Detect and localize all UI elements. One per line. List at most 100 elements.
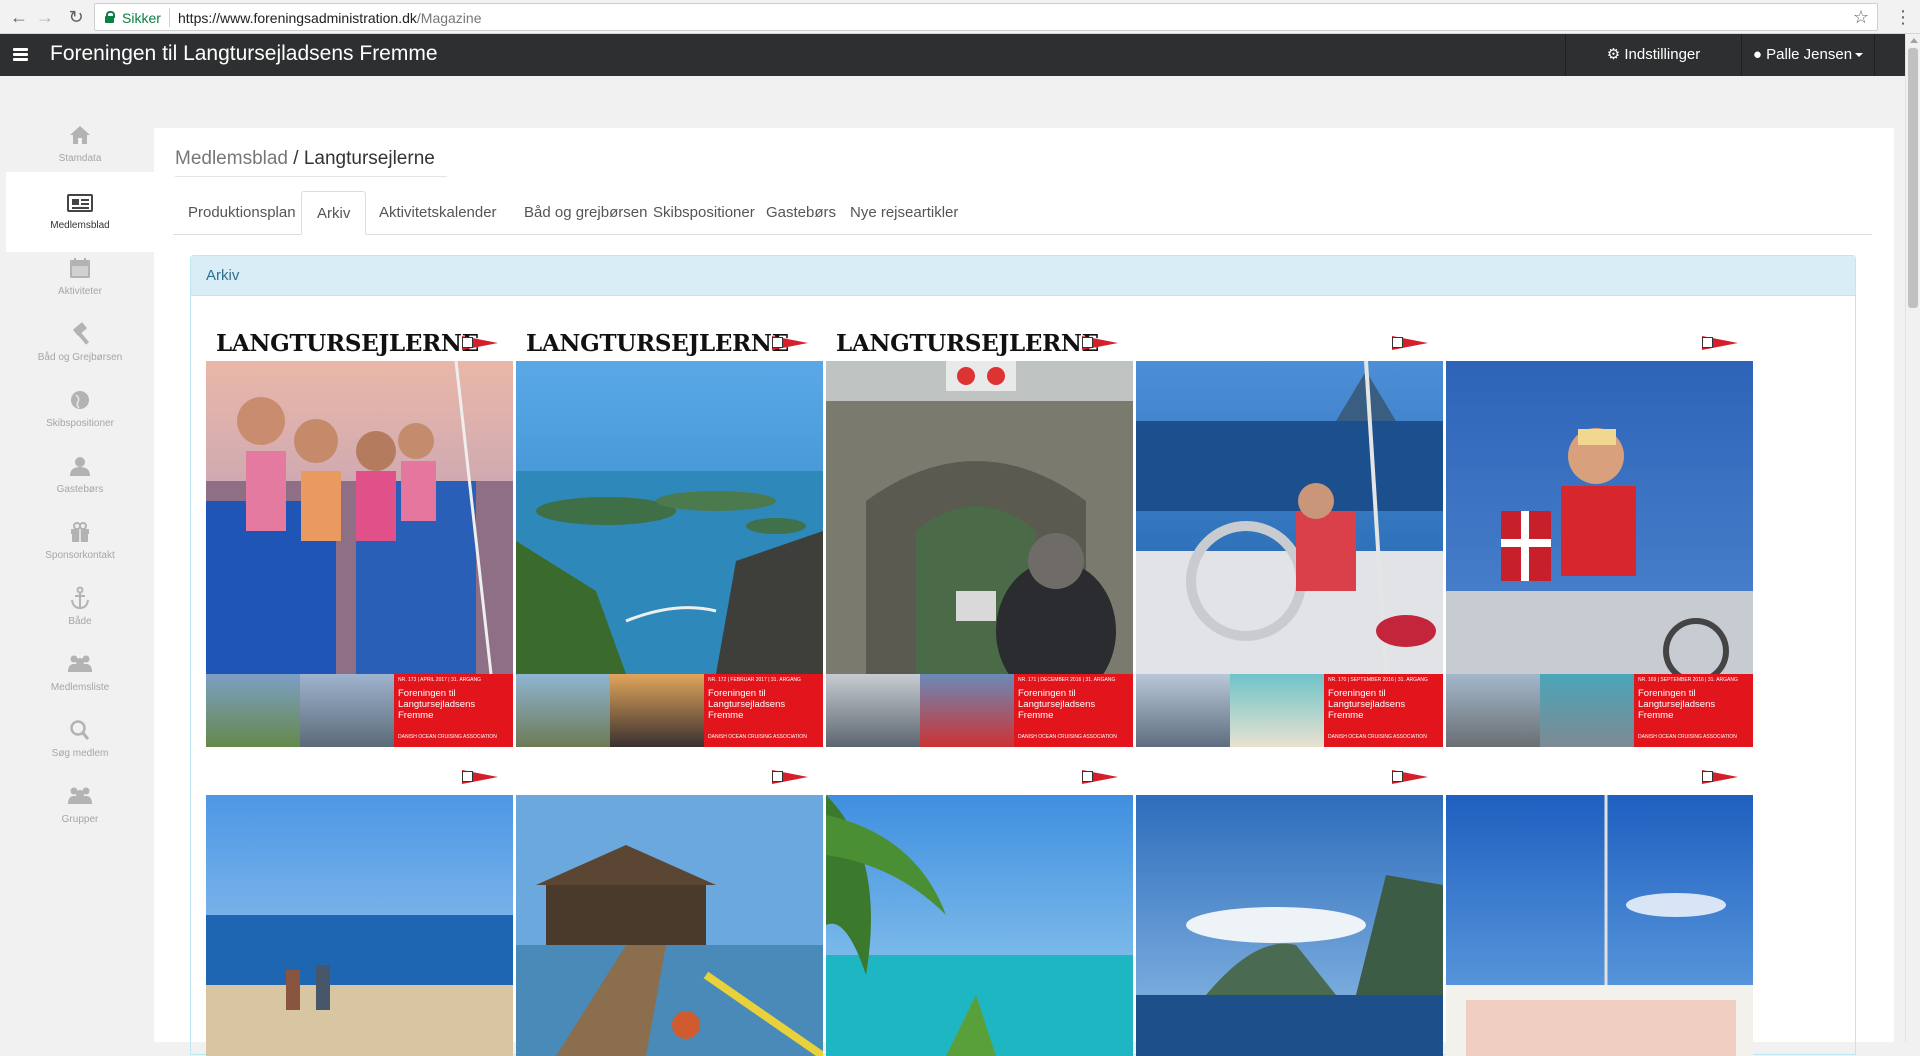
settings-button[interactable]: ⚙ Indstillinger bbox=[1566, 34, 1741, 76]
cover-association-text: Foreningen til Langtursejladsens Fremme bbox=[398, 688, 476, 721]
magazine-cover[interactable]: LANGTURSEJLERNE NR. 169 | SEPTEMBER 2016… bbox=[1446, 313, 1753, 747]
cover-issue-text: NR. 172 | FEBRUAR 2017 | 31. ÅRGANG bbox=[708, 677, 801, 683]
sidebar-item-label: Medlemsliste bbox=[50, 682, 110, 693]
flag-emblem-icon bbox=[1082, 771, 1093, 782]
reload-icon[interactable]: ↻ bbox=[64, 5, 88, 29]
sidebar-item-label: Sponsorkontakt bbox=[45, 550, 115, 561]
magazine-cover[interactable]: LANGTURSEJLERNE NR. 172 | FEBRUAR 2017 |… bbox=[516, 313, 823, 747]
url-host: https://www.foreningsadministration.dk bbox=[178, 10, 417, 26]
magazine-cover[interactable]: LANGTURSEJLERNE bbox=[826, 747, 1133, 1056]
tab-skibspositioner[interactable]: Skibspositioner bbox=[638, 191, 770, 234]
magazine-cover[interactable]: LANGTURSEJLERNE NR. 170 | SEPTEMBER 2016… bbox=[1136, 313, 1443, 747]
app-title[interactable]: Foreningen til Langtursejladsens Fremme bbox=[50, 42, 438, 66]
cover-masthead-text: LANGTURSEJLERNE bbox=[1146, 330, 1409, 357]
gavel-icon bbox=[73, 322, 90, 345]
globe-icon bbox=[71, 391, 89, 409]
gear-icon: ⚙ bbox=[1606, 46, 1621, 63]
page-scrollbar[interactable] bbox=[1905, 34, 1920, 1042]
caret-down-icon bbox=[1855, 53, 1864, 58]
cover-masthead: LANGTURSEJLERNE bbox=[826, 747, 1133, 795]
back-arrow-icon[interactable]: ← bbox=[7, 5, 31, 29]
cover-issue-text: NR. 173 | APRIL 2017 | 31. ÅRGANG bbox=[398, 677, 482, 683]
secure-label: Sikker bbox=[122, 10, 161, 26]
hamburger-menu-icon[interactable] bbox=[13, 48, 28, 62]
breadcrumb: Medlemsblad / Langtursejlerne bbox=[175, 148, 435, 170]
cover-thumb bbox=[1230, 674, 1324, 747]
breadcrumb-separator: / bbox=[288, 148, 304, 169]
url-text[interactable]: https://www.foreningsadministration.dk/M… bbox=[178, 10, 481, 26]
users-icon bbox=[68, 655, 92, 672]
sidebar-item-grupper[interactable]: Grupper bbox=[6, 766, 154, 846]
magazine-cover[interactable]: LANGTURSEJLERNE bbox=[516, 747, 823, 1056]
browser-menu-icon[interactable]: ⋮ bbox=[1894, 6, 1912, 28]
cover-issue-box: NR. 172 | FEBRUAR 2017 | 31. ÅRGANG Fore… bbox=[704, 674, 823, 747]
address-bar[interactable]: Sikker https://www.foreningsadministrati… bbox=[94, 3, 1878, 31]
flag-emblem-icon bbox=[1082, 337, 1093, 348]
panel-title: Arkiv bbox=[191, 256, 1855, 296]
scrollbar-thumb[interactable] bbox=[1908, 48, 1918, 308]
browser-toolbar: ← → ↻ Sikker https://www.foreningsadmini… bbox=[0, 0, 1920, 34]
cover-masthead: LANGTURSEJLERNE bbox=[516, 313, 823, 361]
cover-footer: NR. 169 | SEPTEMBER 2016 | 31. ÅRGANG Fo… bbox=[1446, 674, 1753, 747]
cover-footer: NR. 172 | FEBRUAR 2017 | 31. ÅRGANG Fore… bbox=[516, 674, 823, 747]
cover-masthead-text: LANGTURSEJLERNE bbox=[1456, 330, 1719, 357]
breadcrumb-parent[interactable]: Medlemsblad bbox=[175, 148, 288, 169]
tab-produktionsplan[interactable]: Produktionsplan bbox=[173, 191, 311, 234]
cover-issue-text: NR. 170 | SEPTEMBER 2016 | 31. ÅRGANG bbox=[1328, 677, 1428, 683]
cover-photo bbox=[206, 361, 513, 674]
user-name: Palle Jensen bbox=[1766, 46, 1853, 63]
cover-issue-box: NR. 170 | SEPTEMBER 2016 | 31. ÅRGANG Fo… bbox=[1324, 674, 1443, 747]
cover-english-text: DANISH OCEAN CRUISING ASSOCIATION bbox=[1018, 734, 1117, 740]
home-icon bbox=[70, 126, 90, 144]
tab-bar: Produktionsplan Arkiv Aktivitetskalender… bbox=[173, 191, 1872, 235]
cover-thumb bbox=[1446, 674, 1540, 747]
cover-masthead: LANGTURSEJLERNE bbox=[206, 313, 513, 361]
scroll-up-icon[interactable] bbox=[1910, 38, 1918, 43]
cover-photo bbox=[826, 361, 1133, 674]
search-icon bbox=[70, 720, 90, 740]
tab-arkiv[interactable]: Arkiv bbox=[301, 191, 367, 235]
cover-footer: NR. 171 | DECEMBER 2016 | 31. ÅRGANG For… bbox=[826, 674, 1133, 747]
magazine-cover[interactable]: LANGTURSEJLERNE bbox=[1136, 747, 1443, 1056]
url-path: /Magazine bbox=[416, 10, 482, 26]
magazine-cover[interactable]: LANGTURSEJLERNE bbox=[1446, 747, 1753, 1056]
cover-issue-box: NR. 171 | DECEMBER 2016 | 31. ÅRGANG For… bbox=[1014, 674, 1133, 747]
cover-masthead: LANGTURSEJLERNE bbox=[1446, 747, 1753, 795]
cover-masthead-text: LANGTURSEJLERNE bbox=[526, 764, 789, 791]
cover-association-text: Foreningen til Langtursejladsens Fremme bbox=[1638, 688, 1716, 721]
sidebar-item-label: Stamdata bbox=[58, 153, 102, 164]
cover-masthead: LANGTURSEJLERNE bbox=[1136, 747, 1443, 795]
cover-photo bbox=[1136, 795, 1443, 1056]
cover-association-text: Foreningen til Langtursejladsens Fremme bbox=[1018, 688, 1096, 721]
cover-photo bbox=[516, 361, 823, 674]
magazine-cover[interactable]: LANGTURSEJLERNE bbox=[206, 747, 513, 1056]
cover-photo bbox=[206, 795, 513, 1056]
tab-aktivitetskalender[interactable]: Aktivitetskalender bbox=[364, 191, 512, 234]
cover-thumb bbox=[516, 674, 610, 747]
cover-thumb bbox=[1136, 674, 1230, 747]
forward-arrow-icon[interactable]: → bbox=[33, 5, 57, 29]
flag-emblem-icon bbox=[1392, 771, 1403, 782]
tab-nye-rejseartikler[interactable]: Nye rejseartikler bbox=[835, 191, 973, 234]
sidebar-item-label: Både bbox=[68, 616, 92, 627]
magazine-cover[interactable]: LANGTURSEJLERNE NR. 173 | APRIL 2017 | 3… bbox=[206, 313, 513, 747]
cover-masthead-text: LANGTURSEJLERNE bbox=[836, 764, 1099, 791]
gift-icon bbox=[71, 522, 89, 542]
settings-label: Indstillinger bbox=[1624, 46, 1701, 63]
cover-thumb bbox=[1540, 674, 1634, 747]
sidebar-item-label: Grupper bbox=[61, 814, 99, 825]
magazine-cover[interactable]: LANGTURSEJLERNE NR. 171 | DECEMBER 2016 … bbox=[826, 313, 1133, 747]
cover-english-text: DANISH OCEAN CRUISING ASSOCIATION bbox=[708, 734, 807, 740]
cover-association-text: Foreningen til Langtursejladsens Fremme bbox=[708, 688, 786, 721]
cover-english-text: DANISH OCEAN CRUISING ASSOCIATION bbox=[1638, 734, 1737, 740]
cover-photo bbox=[1446, 795, 1753, 1056]
cover-photo bbox=[1136, 361, 1443, 674]
cover-issue-box: NR. 169 | SEPTEMBER 2016 | 31. ÅRGANG Fo… bbox=[1634, 674, 1753, 747]
cover-masthead: LANGTURSEJLERNE bbox=[826, 313, 1133, 361]
calendar-icon bbox=[70, 258, 90, 278]
user-icon bbox=[70, 457, 90, 476]
sidebar-item-label: Søg medlem bbox=[51, 748, 109, 759]
bookmark-star-icon[interactable]: ☆ bbox=[1853, 7, 1869, 28]
sidebar-item-label: Gastebørs bbox=[56, 484, 104, 495]
user-menu-button[interactable]: ● Palle Jensen bbox=[1742, 34, 1874, 76]
